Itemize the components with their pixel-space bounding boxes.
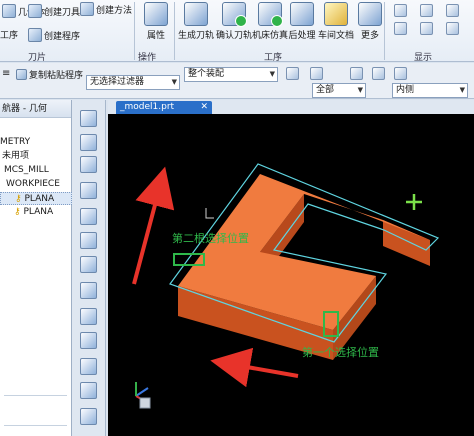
operation-group-label: 工序 — [264, 53, 283, 63]
chevron-down-icon: ▼ — [171, 78, 177, 86]
tree-item-geometry[interactable]: METRY — [0, 136, 72, 149]
graphics-tab-bar: _model1.prt ✕ — [108, 100, 474, 114]
tree-item-workpiece[interactable]: WORKPIECE — [0, 178, 72, 191]
inside-dropdown[interactable]: 内侧 ▼ — [392, 83, 468, 98]
menu-icon: ≡ — [2, 68, 11, 79]
graphics-viewport[interactable]: 第二根选择位置 第一个选择位置 — [108, 114, 474, 436]
view-triad-icon — [135, 382, 151, 409]
create-tool-button[interactable]: 创建刀具 — [28, 4, 80, 18]
history-icon[interactable] — [80, 156, 97, 173]
direction-arrow-up — [132, 166, 175, 285]
part-side-face-right — [383, 220, 430, 266]
second-selection-label: 第二根选择位置 — [172, 231, 249, 245]
datum-marker — [205, 208, 214, 219]
copy-icon — [16, 69, 27, 80]
verify-icon — [222, 2, 247, 27]
roles-palette-icon[interactable] — [80, 408, 97, 425]
box-select-icon[interactable] — [394, 67, 407, 80]
display-icon-5[interactable] — [420, 22, 433, 35]
key-icon: ⚷ — [15, 194, 22, 204]
resource-bar — [72, 100, 106, 436]
postprocess-icon — [290, 2, 314, 26]
tree-item-planar-2[interactable]: ⚷ PLANA — [0, 206, 72, 219]
part-navigator-icon[interactable] — [80, 182, 97, 199]
reuse-library-icon[interactable] — [80, 208, 97, 225]
assembly-icon[interactable] — [80, 134, 97, 151]
web-browser-icon[interactable] — [80, 232, 97, 249]
verify-toolpath-button[interactable]: 确认刀轨 — [214, 2, 254, 41]
insert-group-label: 刀片 — [28, 53, 47, 63]
divider — [4, 425, 67, 426]
more-icon — [358, 2, 382, 26]
machine-simulation-icon — [258, 2, 283, 27]
chevron-down-icon: ▼ — [269, 70, 275, 78]
properties-button[interactable]: 属性 — [136, 2, 176, 41]
separator — [174, 2, 175, 60]
process-icon[interactable] — [80, 308, 97, 325]
create-operation-button[interactable]: 工序 — [0, 28, 18, 41]
shop-documentation-icon — [324, 2, 348, 26]
operations-group-label: 操作 — [138, 53, 157, 63]
tree-item-mcs-mill[interactable]: MCS_MILL — [0, 164, 72, 177]
assembly-scope-dropdown[interactable]: 整个装配 ▼ — [184, 67, 278, 82]
ribbon: 几何体 工序 创建刀具 创建程序 创建方法 刀片 属性 操作 生成刀轨 确认刀轨… — [0, 0, 474, 63]
machine-tool-icon[interactable] — [80, 256, 97, 273]
plus-icon[interactable] — [350, 67, 363, 80]
chevron-down-icon: ▼ — [357, 86, 363, 94]
display-icon-1[interactable] — [394, 4, 407, 17]
create-method-button[interactable]: 创建方法 — [80, 2, 132, 16]
first-selection-label: 第一个选择位置 — [302, 345, 379, 359]
scope-all-dropdown[interactable]: 全部 ▼ — [312, 83, 366, 98]
tool-icon — [28, 4, 42, 18]
cursor-cross-icon — [406, 194, 422, 210]
display-icon-4[interactable] — [394, 22, 407, 35]
model-canvas: 第二根选择位置 第一个选择位置 — [132, 163, 440, 409]
generate-toolpath-button[interactable]: 生成刀轨 — [176, 2, 216, 41]
history-palette-icon[interactable] — [80, 358, 97, 375]
navigator-title: 航器 - 几何 — [0, 100, 71, 118]
separator — [384, 2, 385, 60]
roles-icon[interactable] — [80, 282, 97, 299]
secondary-toolbar: ≡ 复制粘贴程序 无选择过滤器 ▼ 整个装配 ▼ 全部 ▼ 内侧 ▼ — [0, 63, 474, 99]
close-icon[interactable]: ✕ — [200, 101, 208, 114]
divider — [4, 395, 67, 396]
display-icon-6[interactable] — [446, 22, 459, 35]
direction-arrow-left — [210, 347, 299, 388]
select-icon[interactable] — [310, 67, 323, 80]
geometry-icon — [2, 4, 16, 18]
chevron-down-icon: ▼ — [459, 86, 465, 94]
copy-paste-program-button[interactable]: 复制粘贴程序 — [16, 68, 83, 81]
palette-icon[interactable] — [80, 382, 97, 399]
key-icon: ⚷ — [14, 207, 21, 217]
program-icon — [28, 28, 42, 42]
system-materials-icon[interactable] — [80, 332, 97, 349]
create-program-button[interactable]: 创建程序 — [28, 28, 80, 42]
operation-navigator: 航器 - 几何 METRY 未用项 MCS_MILL WORKPIECE ⚷ P… — [0, 100, 72, 436]
display-icon-2[interactable] — [420, 4, 433, 17]
tree-item-unused[interactable]: 未用项 — [0, 150, 72, 163]
circle-target-icon[interactable] — [372, 67, 385, 80]
properties-icon — [144, 2, 168, 26]
tab-model[interactable]: _model1.prt ✕ — [116, 101, 212, 114]
display-icon-3[interactable] — [446, 4, 459, 17]
tree-item-planar-1[interactable]: ⚷ PLANA — [0, 192, 72, 205]
menu-button[interactable]: ≡ — [2, 68, 10, 79]
selection-filter-dropdown[interactable]: 无选择过滤器 ▼ — [86, 75, 180, 90]
method-icon — [80, 2, 94, 16]
separator — [134, 2, 135, 60]
snap-icon[interactable] — [286, 67, 299, 80]
display-group-label: 显示 — [414, 53, 433, 63]
generate-toolpath-icon — [184, 2, 208, 26]
navigator-icon[interactable] — [80, 110, 97, 127]
